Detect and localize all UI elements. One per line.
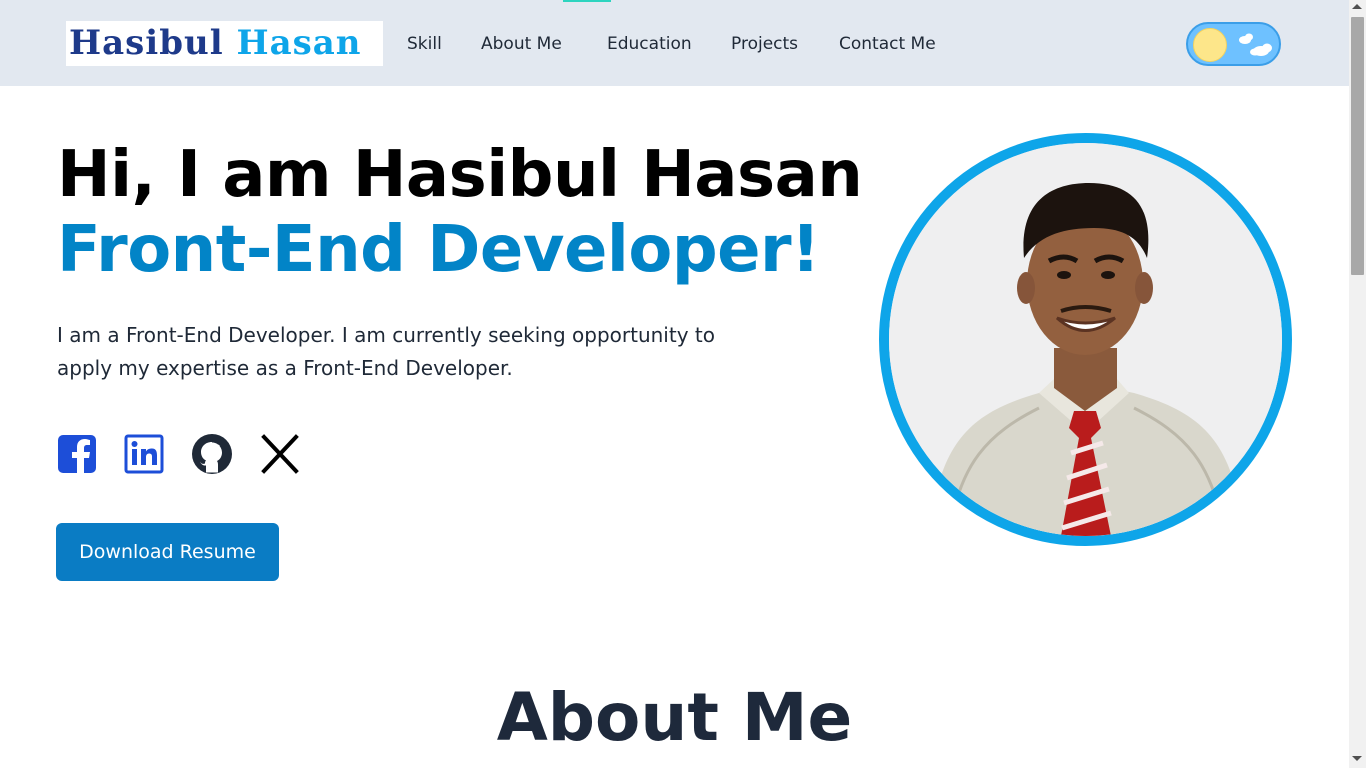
linkedin-link[interactable] [123, 433, 165, 475]
cloud-icon [1239, 33, 1272, 56]
github-link[interactable] [191, 433, 233, 475]
x-icon [261, 434, 299, 474]
logo-text: Hasibul Hasan [69, 23, 362, 63]
site-logo[interactable]: Hasibul Hasan [66, 21, 383, 66]
nav-link-skill[interactable]: Skill [407, 33, 442, 55]
nav-link-projects[interactable]: Projects [731, 33, 798, 55]
scroll-down-arrow[interactable] [1352, 756, 1362, 761]
active-indicator [563, 0, 611, 2]
nav-link-about-me[interactable]: About Me [481, 33, 562, 55]
navbar: Hasibul Hasan Skill About Me Education P… [0, 0, 1349, 86]
hero-role: Front-End Developer! [57, 213, 820, 287]
scrollbar-thumb[interactable] [1351, 17, 1364, 275]
profile-photo [879, 133, 1292, 546]
x-link[interactable] [259, 433, 301, 475]
github-icon [192, 434, 232, 474]
facebook-link[interactable] [56, 433, 98, 475]
download-resume-button[interactable]: Download Resume [56, 523, 279, 581]
linkedin-icon [124, 434, 164, 474]
theme-toggle[interactable] [1186, 22, 1281, 66]
scroll-up-arrow[interactable] [1352, 4, 1362, 9]
about-me-heading: About Me [496, 679, 853, 756]
sun-icon [1193, 28, 1227, 62]
hero-greeting: Hi, I am Hasibul Hasan [57, 138, 863, 212]
facebook-icon [58, 435, 96, 473]
profile-portrait [889, 143, 1282, 536]
nav-link-education[interactable]: Education [607, 33, 692, 55]
nav-link-contact-me[interactable]: Contact Me [839, 33, 936, 55]
hero-description: I am a Front-End Developer. I am current… [57, 323, 715, 380]
